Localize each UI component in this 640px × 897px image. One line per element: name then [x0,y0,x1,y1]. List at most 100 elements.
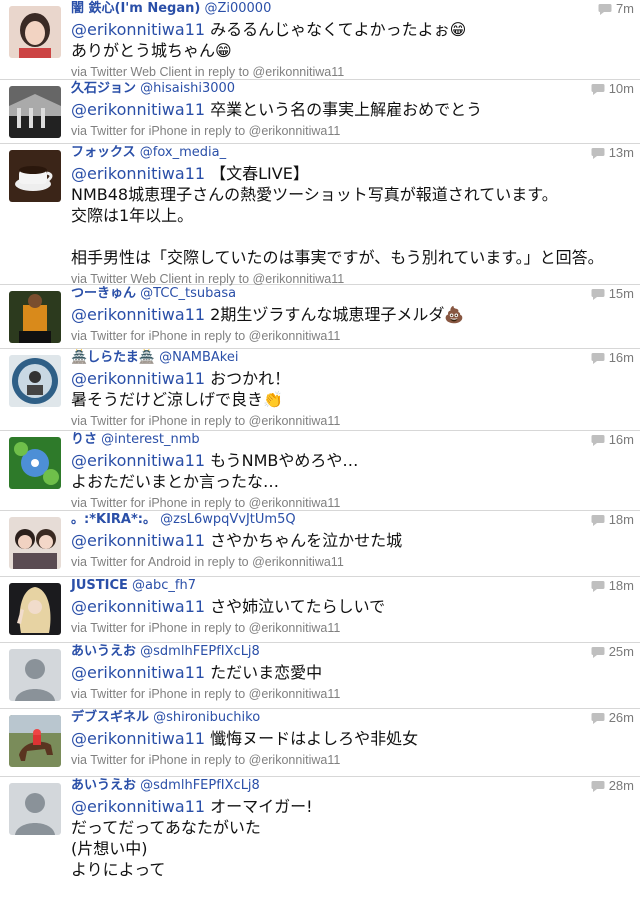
circle-photo-icon[interactable] [9,355,61,407]
tweet-item[interactable]: デブスギネル @shironibuchiko 26m @erikonnitiwa… [0,709,640,777]
tweet-item[interactable]: 🏯しらたま🏯 @NAMBAkei 16m @erikonnitiwa11 おつか… [0,349,640,431]
reply-mention[interactable]: @erikonnitiwa11 [71,369,205,388]
tweet-client: via Twitter for iPhone in reply to @erik… [71,329,341,343]
timestamp: 26m [591,709,634,727]
author-handle[interactable]: @fox_media_ [140,145,226,160]
time-label: 18m [608,578,634,593]
author-handle[interactable]: @NAMBAkei [159,350,238,365]
author-name[interactable]: 久石ジョン [71,81,136,96]
reply-mention[interactable]: @erikonnitiwa11 [71,729,205,748]
reply-bubble-icon[interactable] [591,352,605,364]
reply-mention[interactable]: @erikonnitiwa11 [71,100,205,119]
tweet-client: via Twitter for iPhone in reply to @erik… [71,414,341,428]
author-handle[interactable]: @abc_fh7 [132,578,196,593]
tweet-feed: 闇 鉄心(I'm Negan) @Zi00000 7m @erikonnitiw… [0,0,640,897]
time-label: 10m [608,81,634,96]
reply-mention[interactable]: @erikonnitiwa11 [71,663,205,682]
author-name[interactable]: 。:*KIRA*:。 [71,512,156,527]
two-girls-icon[interactable] [9,517,61,569]
time-label: 16m [608,432,634,447]
tweet-body: 2期生ヅラすんな城恵理子メルダ💩 [205,305,465,324]
timestamp: 15m [591,285,634,303]
timestamp: 18m [591,577,634,595]
tweet-text: @erikonnitiwa11 2期生ヅラすんな城恵理子メルダ💩 [71,304,634,325]
author-handle[interactable]: @shironibuchiko [153,710,260,725]
author-name[interactable]: デブスギネル [71,710,149,725]
timestamp: 7m [598,0,634,18]
author-name[interactable]: 🏯しらたま🏯 [71,350,155,365]
reply-bubble-icon[interactable] [591,646,605,658]
tweet-item[interactable]: フォックス @fox_media_ 13m @erikonnitiwa11 【文… [0,144,640,286]
reply-mention[interactable]: @erikonnitiwa11 [71,164,205,183]
timestamp: 13m [591,144,634,162]
reply-mention[interactable]: @erikonnitiwa11 [71,797,205,816]
author-name[interactable]: あいうえお [71,778,136,793]
tweet-item[interactable]: JUSTICE @abc_fh7 18m @erikonnitiwa11 さや姉… [0,577,640,643]
author-name[interactable]: フォックス [71,145,136,160]
soccer-player-icon[interactable] [9,291,61,343]
tweet-text: @erikonnitiwa11 おつかれ！ 暑そうだけど涼しげで良き👏 [71,368,634,410]
reply-bubble-icon[interactable] [591,514,605,526]
tweet-text: @erikonnitiwa11 さやかちゃんを泣かせた城 [71,530,634,551]
flower-icon[interactable] [9,437,61,489]
tweet-item[interactable]: 。:*KIRA*:。 @zsL6wpqVvJtUm5Q 18m @erikonn… [0,511,640,577]
coffee-cup-icon[interactable] [9,150,61,202]
reply-bubble-icon[interactable] [598,3,612,15]
author-handle[interactable]: @hisaishi3000 [140,81,235,96]
timestamp: 18m [591,511,634,529]
author-name[interactable]: 闇 鉄心(I'm Negan) [71,1,200,16]
time-label: 16m [608,350,634,365]
reply-mention[interactable]: @erikonnitiwa11 [71,531,205,550]
tweet-body: ただいま恋愛中 [205,663,323,682]
reply-mention[interactable]: @erikonnitiwa11 [71,451,205,470]
reply-mention[interactable]: @erikonnitiwa11 [71,20,205,39]
default-user-icon[interactable] [9,649,61,701]
tweet-client: via Twitter for Android in reply to @eri… [71,555,344,569]
tweet-client: via Twitter for iPhone in reply to @erik… [71,753,341,767]
timestamp: 28m [591,777,634,795]
timestamp: 25m [591,643,634,661]
author-name[interactable]: あいうえお [71,644,136,659]
photo-woman-icon[interactable] [9,6,61,58]
tweet-item[interactable]: つーきゅん @TCC_tsubasa 15m @erikonnitiwa11 2… [0,285,640,349]
tweet-text: @erikonnitiwa11 オーマイガー! だってだってあなたがいた (片想… [71,796,634,880]
tweet-client: via Twitter for iPhone in reply to @erik… [71,621,341,635]
time-label: 13m [608,145,634,160]
timestamp: 10m [591,80,634,98]
tweet-text: @erikonnitiwa11 懺悔ヌードはよしろや非処女 [71,728,634,749]
reply-bubble-icon[interactable] [591,288,605,300]
author-name[interactable]: JUSTICE [71,578,128,593]
author-handle[interactable]: @sdmlhFEPfIXcLj8 [140,778,260,793]
author-handle[interactable]: @TCC_tsubasa [140,286,236,301]
time-label: 25m [608,644,634,659]
tweet-text: @erikonnitiwa11 みるるんじゃなくてよかったよぉ😁 ありがとう城ち… [71,19,634,61]
reply-bubble-icon[interactable] [591,434,605,446]
default-user-icon[interactable] [9,783,61,835]
tweet-item[interactable]: あいうえお @sdmlhFEPfIXcLj8 28m @erikonnitiwa… [0,777,640,897]
tweet-item[interactable]: 闇 鉄心(I'm Negan) @Zi00000 7m @erikonnitiw… [0,0,640,80]
tweet-item[interactable]: あいうえお @sdmlhFEPfIXcLj8 25m @erikonnitiwa… [0,643,640,709]
peace-sign-icon[interactable] [9,583,61,635]
tweet-text: @erikonnitiwa11 卒業という名の事実上解雇おめでとう [71,99,634,120]
time-label: 7m [615,1,634,16]
reply-mention[interactable]: @erikonnitiwa11 [71,597,205,616]
author-name[interactable]: りさ [71,432,97,447]
author-handle[interactable]: @interest_nmb [101,432,200,447]
bw-photo-icon[interactable] [9,86,61,138]
author-handle[interactable]: @Zi00000 [204,1,271,16]
reply-bubble-icon[interactable] [591,712,605,724]
horse-racing-icon[interactable] [9,715,61,767]
author-name[interactable]: つーきゅん [71,286,136,301]
tweet-body: さやかちゃんを泣かせた城 [205,531,403,550]
reply-bubble-icon[interactable] [591,780,605,792]
tweet-item[interactable]: 久石ジョン @hisaishi3000 10m @erikonnitiwa11 … [0,80,640,144]
tweet-text: @erikonnitiwa11 さや姉泣いてたらしいで [71,596,634,617]
tweet-text: @erikonnitiwa11 ただいま恋愛中 [71,662,634,683]
reply-bubble-icon[interactable] [591,147,605,159]
tweet-item[interactable]: りさ @interest_nmb 16m @erikonnitiwa11 もうN… [0,431,640,511]
reply-mention[interactable]: @erikonnitiwa11 [71,305,205,324]
author-handle[interactable]: @zsL6wpqVvJtUm5Q [160,512,295,527]
reply-bubble-icon[interactable] [591,580,605,592]
reply-bubble-icon[interactable] [591,83,605,95]
author-handle[interactable]: @sdmlhFEPfIXcLj8 [140,644,260,659]
